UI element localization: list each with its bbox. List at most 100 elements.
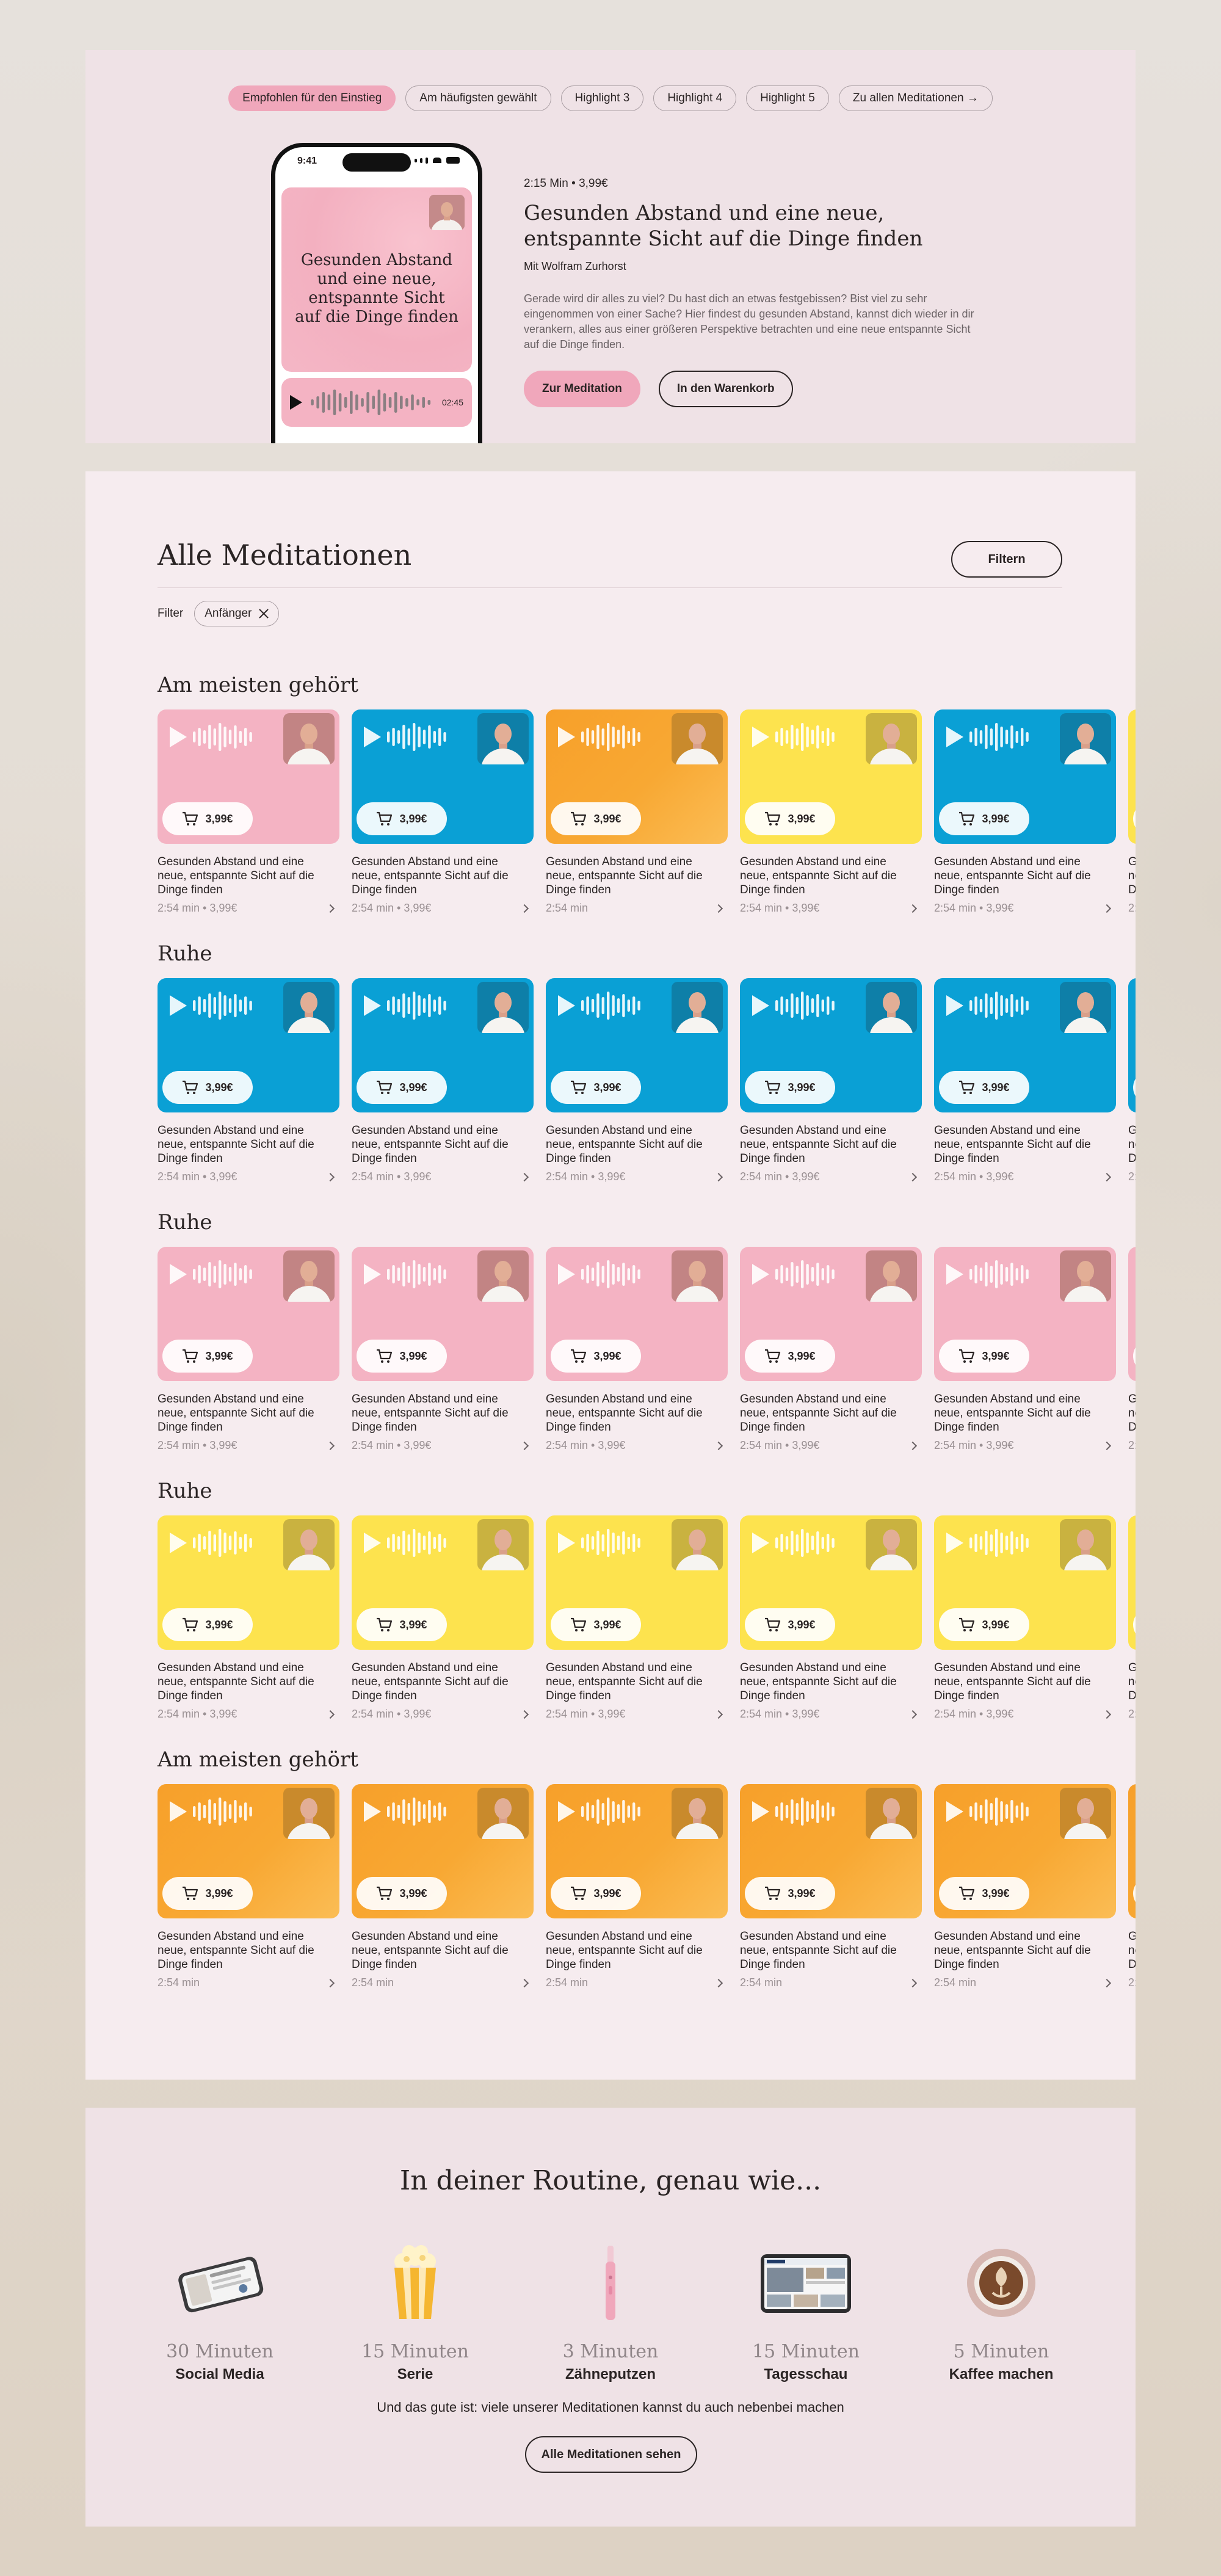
add-to-cart-button[interactable]: 3,99€ [1133, 1608, 1136, 1641]
card-artwork[interactable]: 3,99€ [352, 1784, 534, 1918]
meditation-card[interactable]: 3,99€ Gesunden Abstand und eine neue, ent… [740, 1515, 922, 1721]
add-to-cart-button[interactable]: 3,99€ [162, 802, 253, 835]
card-artwork[interactable]: 3,99€ [352, 1247, 534, 1381]
meditation-card[interactable]: 3,99€ Gesunden Abstand und eine neue, ent… [352, 1784, 534, 1989]
card-artwork[interactable]: 3,99€ [352, 1515, 534, 1650]
close-icon[interactable] [259, 609, 269, 619]
meditation-card[interactable]: 3,99€ Gesunden Abstand und eine neue, ent… [934, 1784, 1116, 1989]
meditation-card[interactable]: 3,99€ Gesunden Abstand und eine neue, ent… [546, 1247, 728, 1452]
add-to-cart-button[interactable]: 3,99€ [939, 1071, 1029, 1104]
card-artwork[interactable]: 3,99€ [740, 1515, 922, 1650]
play-icon[interactable] [364, 727, 381, 747]
play-icon[interactable] [364, 995, 381, 1016]
play-icon[interactable] [946, 1801, 963, 1822]
chevron-right-icon[interactable] [325, 1710, 335, 1719]
chevron-right-icon[interactable] [520, 1441, 529, 1450]
add-to-cart-button[interactable]: 3,99€ [939, 1608, 1029, 1641]
play-icon[interactable] [752, 995, 769, 1016]
meditation-card[interactable]: 3,99€ Gesunden Abstand und eine neue, ent… [158, 1247, 339, 1452]
card-artwork[interactable]: 3,99€ [352, 709, 534, 844]
card-artwork[interactable]: 3,99€ [1128, 1784, 1136, 1918]
card-artwork[interactable]: 3,99€ [546, 1515, 728, 1650]
meditation-card[interactable]: 3,99€ Gesunden Abstand und eine neue, ent… [352, 978, 534, 1183]
meditation-card[interactable]: 3,99€ Gesunden Abstand und eine neue, ent… [158, 709, 339, 915]
chevron-right-icon[interactable] [520, 1710, 529, 1719]
tab-highlight-3[interactable]: Highlight 3 [560, 85, 644, 111]
chevron-right-icon[interactable] [325, 1172, 335, 1181]
add-to-cart-button[interactable]: 3,99€ [745, 1071, 835, 1104]
card-artwork[interactable]: 3,99€ [1128, 1247, 1136, 1381]
card-artwork[interactable]: 3,99€ [934, 1247, 1116, 1381]
card-artwork[interactable]: 3,99€ [546, 978, 728, 1112]
card-artwork[interactable]: 3,99€ [158, 1515, 339, 1650]
meditation-card[interactable]: 3,99€ Gesunden Abstand und eine neue, ent… [740, 1247, 922, 1452]
meditation-card[interactable]: 3,99€ Gesunden Abstand und eine neue, ent… [546, 1515, 728, 1721]
chevron-right-icon[interactable] [714, 1978, 723, 1987]
chevron-right-icon[interactable] [520, 1172, 529, 1181]
play-icon[interactable] [752, 1264, 769, 1285]
chevron-right-icon[interactable] [1102, 904, 1112, 913]
meditation-card[interactable]: 3,99€ Gesunden Abstand und eine neue, ent… [158, 978, 339, 1183]
add-to-cart-button[interactable]: 3,99€ [162, 1340, 253, 1373]
meditation-card[interactable]: 3,99€ Gesunden Abstand und eine neue, ent… [934, 709, 1116, 915]
add-to-cart-button[interactable]: 3,99€ [551, 1877, 641, 1910]
play-icon[interactable] [946, 995, 963, 1016]
card-artwork[interactable]: 3,99€ [158, 709, 339, 844]
add-to-cart-button[interactable]: 3,99€ [162, 1877, 253, 1910]
card-artwork[interactable]: 3,99€ [158, 1784, 339, 1918]
card-artwork[interactable]: 3,99€ [934, 1515, 1116, 1650]
filter-chip-anfaenger[interactable]: Anfänger [194, 601, 280, 626]
add-to-cart-button[interactable]: 3,99€ [357, 1340, 447, 1373]
chevron-right-icon[interactable] [714, 1441, 723, 1450]
filter-button[interactable]: Filtern [951, 541, 1062, 578]
add-to-cart-button[interactable]: 3,99€ [551, 1071, 641, 1104]
add-to-cart-button[interactable]: 3,99€ [357, 1071, 447, 1104]
add-to-cart-button[interactable]: 3,99€ [551, 1340, 641, 1373]
play-icon[interactable] [558, 1801, 575, 1822]
chevron-right-icon[interactable] [325, 904, 335, 913]
chevron-right-icon[interactable] [714, 904, 723, 913]
chevron-right-icon[interactable] [908, 904, 918, 913]
meditation-card[interactable]: 3,99€ Gesunden Abstand und eine neue, ent… [1128, 709, 1136, 915]
meditation-card[interactable]: 3,99€ Gesunden Abstand und eine neue, ent… [1128, 1515, 1136, 1721]
chevron-right-icon[interactable] [908, 1710, 918, 1719]
card-artwork[interactable]: 3,99€ [1128, 978, 1136, 1112]
add-to-cart-button[interactable]: 3,99€ [939, 1340, 1029, 1373]
play-icon[interactable] [752, 1801, 769, 1822]
to-meditation-button[interactable]: Zur Meditation [524, 371, 640, 407]
meditation-card[interactable]: 3,99€ Gesunden Abstand und eine neue, ent… [1128, 1784, 1136, 1989]
play-icon[interactable] [170, 727, 187, 747]
add-to-cart-button[interactable]: 3,99€ [1133, 1340, 1136, 1373]
card-artwork[interactable]: 3,99€ [1128, 709, 1136, 844]
card-artwork[interactable]: 3,99€ [158, 978, 339, 1112]
meditation-card[interactable]: 3,99€ Gesunden Abstand und eine neue, ent… [1128, 1247, 1136, 1452]
card-artwork[interactable]: 3,99€ [934, 978, 1116, 1112]
all-meditations-link[interactable]: Zu allen Meditationen → [838, 85, 993, 111]
play-icon[interactable] [558, 727, 575, 747]
play-icon[interactable] [290, 395, 302, 410]
play-icon[interactable] [946, 1264, 963, 1285]
add-to-cart-button[interactable]: 3,99€ [357, 802, 447, 835]
chevron-right-icon[interactable] [520, 1978, 529, 1987]
tab-am-haeufigsten[interactable]: Am häufigsten gewählt [405, 85, 551, 111]
meditation-card[interactable]: 3,99€ Gesunden Abstand und eine neue, ent… [546, 1784, 728, 1989]
play-icon[interactable] [558, 995, 575, 1016]
add-to-cart-button[interactable]: 3,99€ [939, 1877, 1029, 1910]
tab-empfohlen[interactable]: Empfohlen für den Einstieg [228, 85, 396, 111]
add-to-cart-button[interactable]: 3,99€ [162, 1608, 253, 1641]
card-artwork[interactable]: 3,99€ [740, 1247, 922, 1381]
all-meditations-button[interactable]: Alle Meditationen sehen [525, 2436, 697, 2473]
play-icon[interactable] [170, 995, 187, 1016]
meditation-card[interactable]: 3,99€ Gesunden Abstand und eine neue, ent… [352, 1515, 534, 1721]
play-icon[interactable] [364, 1801, 381, 1822]
card-artwork[interactable]: 3,99€ [546, 709, 728, 844]
play-icon[interactable] [170, 1533, 187, 1553]
add-to-cart-button[interactable]: 3,99€ [745, 1340, 835, 1373]
meditation-card[interactable]: 3,99€ Gesunden Abstand und eine neue, ent… [546, 709, 728, 915]
chevron-right-icon[interactable] [714, 1710, 723, 1719]
card-artwork[interactable]: 3,99€ [740, 978, 922, 1112]
meditation-card[interactable]: 3,99€ Gesunden Abstand und eine neue, ent… [934, 1247, 1116, 1452]
play-icon[interactable] [752, 1533, 769, 1553]
add-to-cart-button[interactable]: 3,99€ [551, 802, 641, 835]
card-artwork[interactable]: 3,99€ [546, 1247, 728, 1381]
